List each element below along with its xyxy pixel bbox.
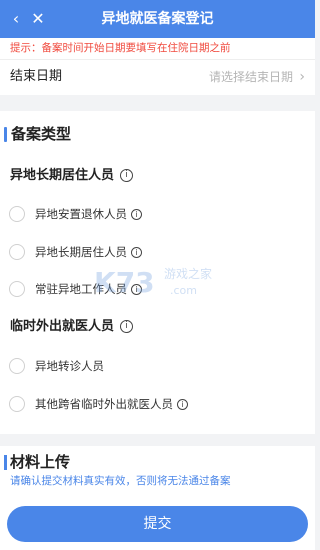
chevron-right-icon: › <box>299 69 305 85</box>
option-label: 异地安置退休人员 i <box>35 204 142 224</box>
filing-type-section: 备案类型 异地长期居住人员 i 异地安置退休人员 i 异地长期居住人员 i 常驻异地工… <box>0 111 315 434</box>
end-date-placeholder[interactable]: 请选择结束日期 <box>209 60 293 94</box>
option-label: 异地长期居住人员 i <box>35 242 142 262</box>
option-label: 异地转诊人员 <box>35 359 104 373</box>
long-term-group-title: 异地长期居住人员 i <box>10 166 134 186</box>
section-accent-bar <box>4 455 7 470</box>
radio-button[interactable] <box>9 244 25 260</box>
end-date-label: 结束日期 <box>10 69 63 84</box>
info-icon[interactable]: i <box>177 399 188 410</box>
section-accent-bar <box>4 127 7 142</box>
footer: 提交 <box>0 498 315 550</box>
info-icon[interactable]: i <box>131 247 142 258</box>
temporary-title-text: 临时外出就医人员 <box>10 319 115 334</box>
app-header: ‹ ✕ 异地就医备案登记 <box>0 0 315 38</box>
radio-button[interactable] <box>9 206 25 222</box>
filing-type-title: 备案类型 <box>11 125 72 143</box>
info-icon[interactable]: i <box>120 320 134 333</box>
long-term-title-text: 异地长期居住人员 <box>10 168 115 183</box>
radio-button[interactable] <box>9 396 25 412</box>
info-icon[interactable]: i <box>131 284 142 295</box>
page-title: 异地就医备案登记 <box>101 11 214 27</box>
temporary-group-title: 临时外出就医人员 i <box>10 317 134 337</box>
materials-title: 材料上传 <box>10 453 71 471</box>
radio-button[interactable] <box>9 358 25 374</box>
info-icon[interactable]: i <box>131 209 142 220</box>
radio-button[interactable] <box>9 281 25 297</box>
info-icon[interactable]: i <box>120 169 134 182</box>
end-date-picker[interactable]: 结束日期 请选择结束日期 › <box>0 59 315 95</box>
materials-hint: 请确认提交材料真实有效，否则将无法通过备案 <box>10 475 231 487</box>
materials-section: 材料上传 请确认提交材料真实有效，否则将无法通过备案 <box>0 446 315 498</box>
submit-button[interactable]: 提交 <box>7 506 308 542</box>
option-label: 常驻异地工作人员 i <box>35 279 142 299</box>
option-label: 其他跨省临时外出就医人员 i <box>35 394 188 414</box>
notice-text: 提示：备案时间开始日期要填写在住院日期之前 <box>0 38 315 59</box>
